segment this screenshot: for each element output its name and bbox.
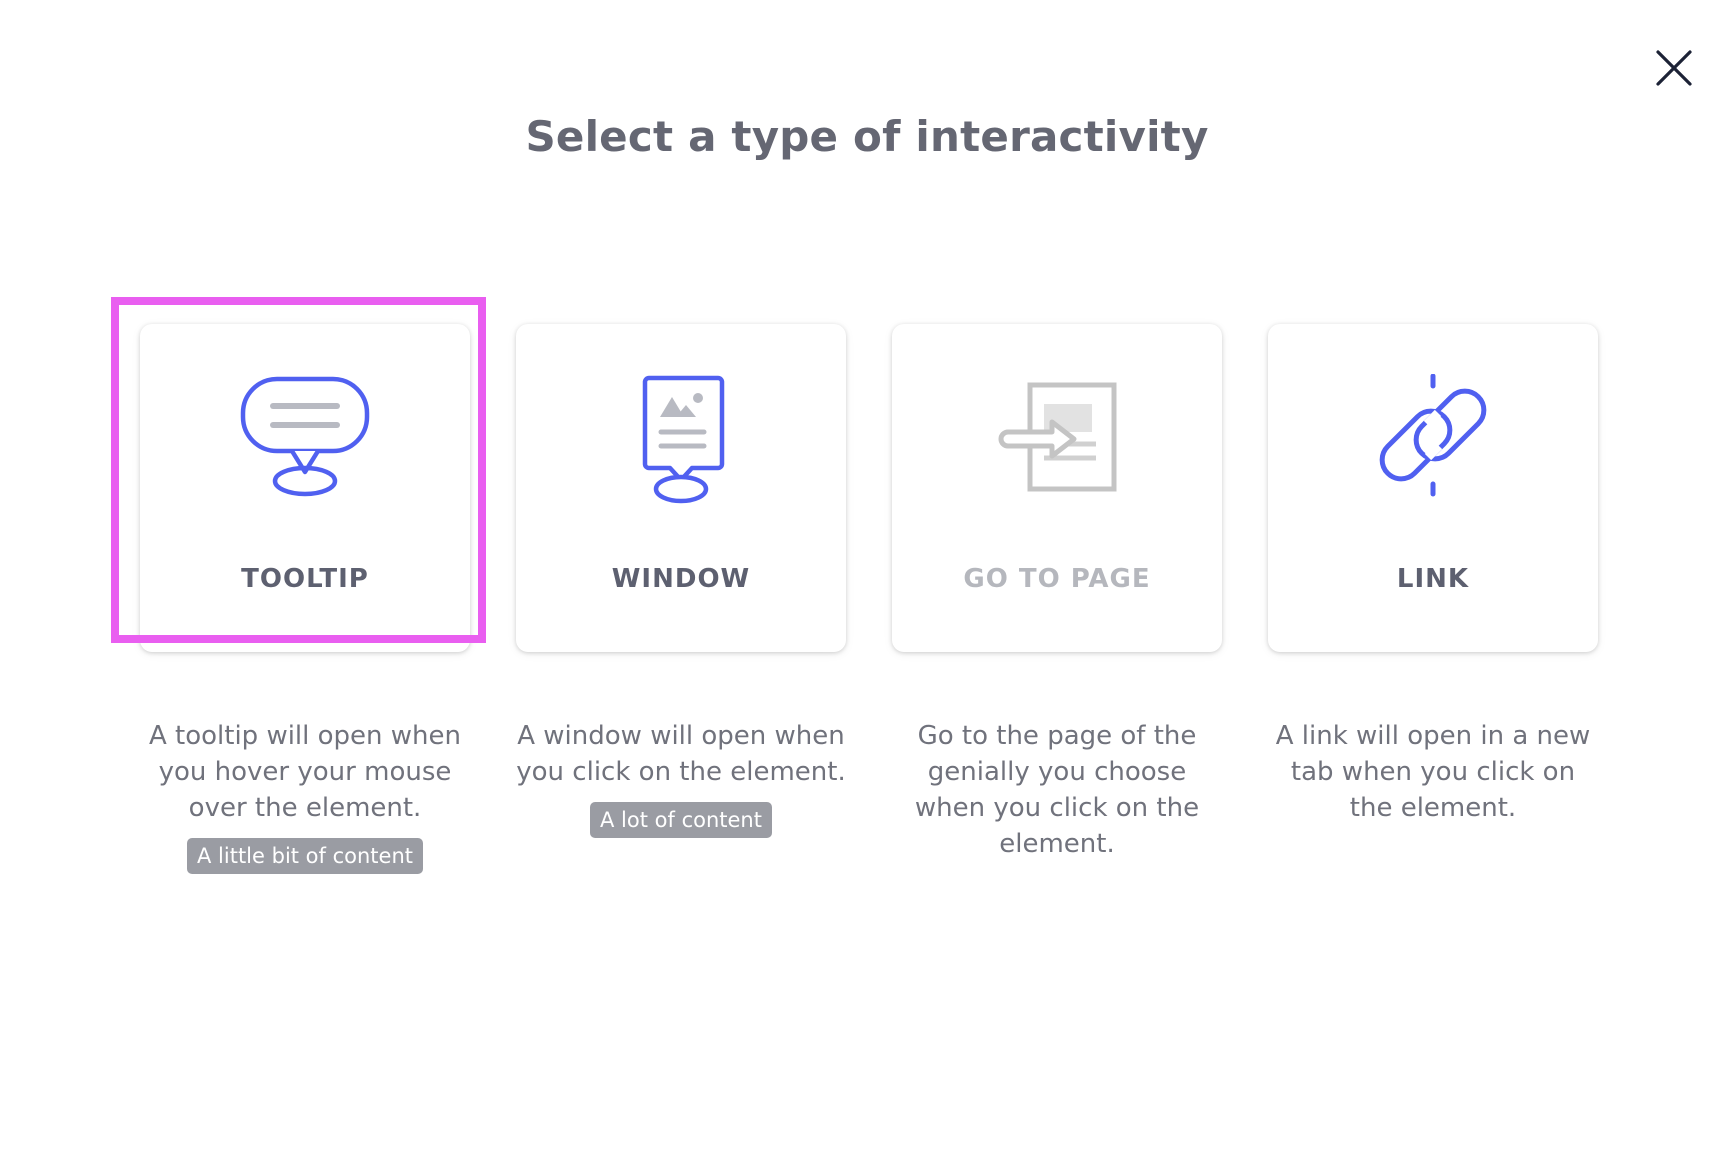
- option-tooltip: TOOLTIP A tooltip will open when you hov…: [140, 324, 474, 874]
- link-icon: [1379, 374, 1487, 497]
- link-label: LINK: [1396, 564, 1470, 594]
- tooltip-description: A tooltip will open when you hover your …: [148, 721, 462, 823]
- option-go-to-page: GO TO PAGE Go to the page of the geniall…: [892, 324, 1226, 862]
- tooltip-icon: [240, 376, 370, 497]
- window-icon: [642, 375, 725, 504]
- dialog-title: Select a type of interactivity: [525, 112, 1209, 161]
- go-to-page-card[interactable]: GO TO PAGE: [892, 324, 1222, 652]
- tooltip-badge: A little bit of content: [187, 838, 423, 874]
- option-link: LINK A link will open in a new tab when …: [1268, 324, 1602, 826]
- tooltip-card[interactable]: TOOLTIP: [140, 324, 470, 652]
- window-description: A window will open when you click on the…: [516, 721, 846, 787]
- close-button[interactable]: [1652, 46, 1696, 90]
- close-icon: [1656, 50, 1692, 86]
- option-window: WINDOW A window will open when you click…: [516, 324, 850, 838]
- tooltip-badge-wrap: A little bit of content: [140, 838, 470, 874]
- tooltip-label: TOOLTIP: [241, 564, 369, 594]
- go-to-page-icon: [998, 382, 1117, 492]
- window-badge: A lot of content: [590, 802, 772, 838]
- window-card[interactable]: WINDOW: [516, 324, 846, 652]
- link-card[interactable]: LINK: [1268, 324, 1598, 652]
- window-label: WINDOW: [611, 564, 751, 594]
- link-description: A link will open in a new tab when you c…: [1275, 721, 1591, 823]
- go-to-page-description: Go to the page of the genially you choos…: [914, 721, 1200, 859]
- go-to-page-label: GO TO PAGE: [963, 564, 1151, 594]
- interactivity-dialog: Select a type of interactivity TOOLTIP A…: [0, 0, 1734, 1168]
- window-badge-wrap: A lot of content: [516, 802, 846, 838]
